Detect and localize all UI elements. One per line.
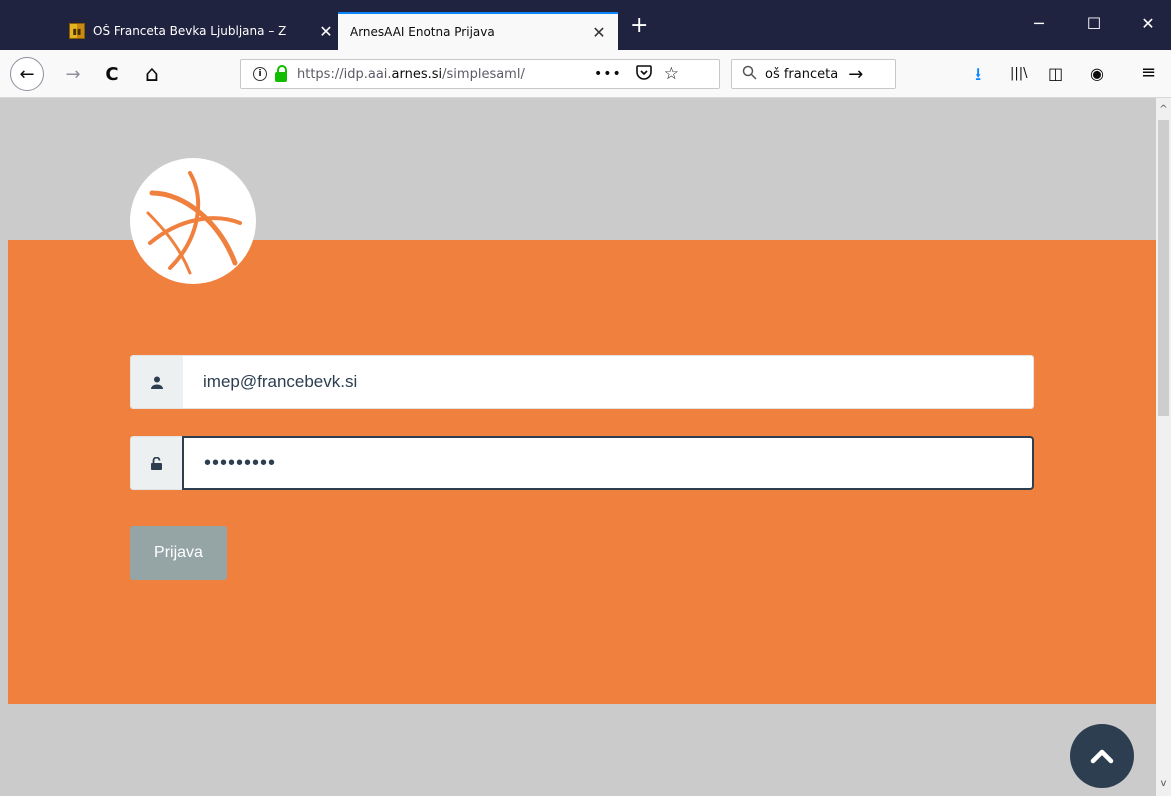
navigation-toolbar: ← → C ⌂ i https://idp.aai.arnes.si/simpl… xyxy=(0,50,1171,98)
tab-os-franceta-bevka[interactable]: ▮▮ OŠ Franceta Bevka Ljubljana – Z ✕ xyxy=(61,12,337,50)
close-window-button[interactable]: ✕ xyxy=(1125,10,1171,38)
tab-label: ArnesAAI Enotna Prijava xyxy=(350,25,495,39)
scrollbar-thumb[interactable] xyxy=(1158,120,1169,416)
password-input[interactable]: ••••••••• xyxy=(182,436,1034,490)
account-icon[interactable]: ◉ xyxy=(1090,64,1104,83)
tab-close-icon[interactable]: ✕ xyxy=(315,22,337,41)
search-icon xyxy=(742,65,757,84)
maximize-button[interactable]: ☐ xyxy=(1071,10,1117,38)
chevron-up-icon xyxy=(1090,749,1114,764)
page-content: imep@francebevk.si ••••••••• Prijava xyxy=(0,98,1156,796)
url-text[interactable]: https://idp.aai.arnes.si/simplesaml/ xyxy=(297,67,572,82)
school-favicon-icon: ▮▮ xyxy=(69,23,85,39)
vertical-scrollbar[interactable]: ^ v xyxy=(1156,98,1171,796)
search-query[interactable]: oš franceta xyxy=(765,67,838,82)
library-icon[interactable]: |||\ xyxy=(1010,66,1028,81)
login-submit-button[interactable]: Prijava xyxy=(130,526,227,580)
search-go-icon[interactable]: → xyxy=(848,64,863,85)
forward-button[interactable]: → xyxy=(57,58,89,90)
bookmark-star-icon[interactable]: ☆ xyxy=(664,64,679,84)
reload-button[interactable]: C xyxy=(96,58,128,90)
pocket-icon[interactable] xyxy=(635,64,652,84)
scroll-up-arrow-icon[interactable]: ^ xyxy=(1156,104,1171,115)
scroll-down-arrow-icon[interactable]: v xyxy=(1156,778,1171,789)
new-tab-button[interactable]: + xyxy=(630,14,648,38)
home-button[interactable]: ⌂ xyxy=(136,58,168,90)
lock-open-icon xyxy=(130,436,182,490)
username-input[interactable]: imep@francebevk.si xyxy=(183,356,1033,408)
arnes-logo xyxy=(130,158,256,284)
tab-close-icon[interactable]: ✕ xyxy=(588,23,610,42)
browser-tab-strip: ▮▮ OŠ Franceta Bevka Ljubljana – Z ✕ Arn… xyxy=(0,0,1171,50)
back-button[interactable]: ← xyxy=(10,57,44,91)
download-icon[interactable]: ⭳ xyxy=(975,62,981,92)
site-info-icon[interactable]: i xyxy=(253,67,267,81)
password-field[interactable]: ••••••••• xyxy=(130,436,1034,490)
tab-label: OŠ Franceta Bevka Ljubljana – Z xyxy=(93,24,287,38)
user-icon xyxy=(131,356,183,408)
url-bar[interactable]: i https://idp.aai.arnes.si/simplesaml/ •… xyxy=(240,59,720,89)
page-actions-icon[interactable]: ••• xyxy=(594,66,622,82)
tab-arnesaai[interactable]: ArnesAAI Enotna Prijava ✕ xyxy=(338,12,618,50)
search-bar[interactable]: oš franceta → xyxy=(731,59,896,89)
minimize-button[interactable]: ─ xyxy=(1016,10,1062,38)
sidebar-icon[interactable]: ◫ xyxy=(1048,64,1063,83)
lock-icon xyxy=(275,64,287,82)
menu-icon[interactable]: ≡ xyxy=(1141,62,1156,83)
scroll-to-top-button[interactable] xyxy=(1070,724,1134,788)
username-field[interactable]: imep@francebevk.si xyxy=(130,355,1034,409)
